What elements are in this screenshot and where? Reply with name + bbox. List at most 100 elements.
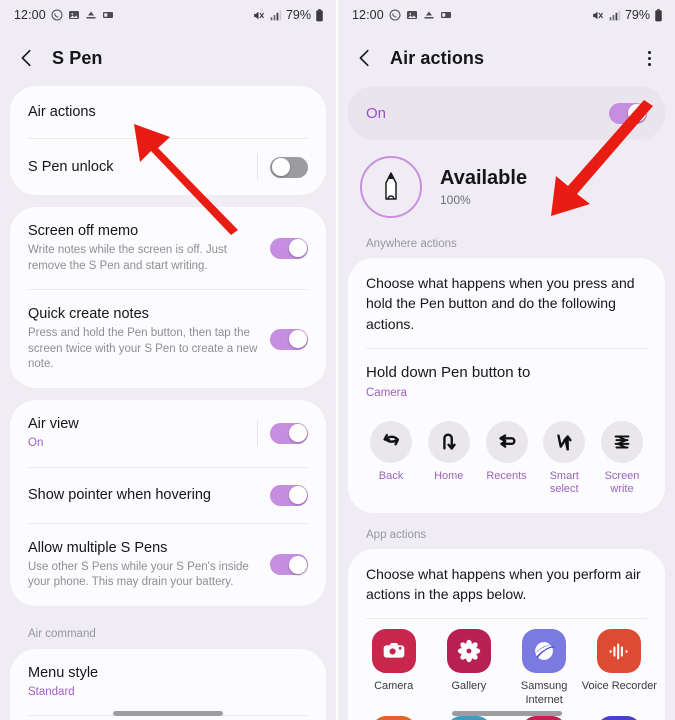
app-item-camera[interactable]: Camera <box>356 629 431 708</box>
card-app-actions: Choose what happens when you perform air… <box>348 548 665 720</box>
toggle-air-view[interactable] <box>270 422 308 444</box>
clock-app-icon <box>597 715 642 720</box>
row-title-air-actions: Air actions <box>28 104 96 120</box>
signal-icon <box>608 9 621 22</box>
toggle-knob <box>288 486 307 505</box>
s-pen-status-block: Available 100% <box>338 140 675 236</box>
app-item-samsung-internet[interactable]: Samsung Internet <box>507 629 582 708</box>
app-item-voice-recorder[interactable]: Voice Recorder <box>582 629 657 708</box>
home-indicator-pill <box>113 711 223 716</box>
row-title-allow-multiple-s-pens: Allow multiple S Pens <box>28 539 168 556</box>
row-sub-menu-style: Standard <box>28 685 75 698</box>
app-item-notes[interactable] <box>356 715 431 720</box>
status-bar-left-group: 12:00 <box>14 8 114 22</box>
home-indicator-left[interactable] <box>0 711 336 716</box>
action-smart-select[interactable]: Smart select <box>537 421 591 496</box>
upload-icon <box>423 9 435 21</box>
action-screen-write[interactable]: Screen write <box>595 421 649 496</box>
battery-percent-label: 79% <box>624 8 650 22</box>
action-label-back: Back <box>378 470 404 483</box>
page-title: Air actions <box>390 47 485 68</box>
mute-icon <box>252 9 265 22</box>
s-pen-icon <box>360 156 422 218</box>
row-title-show-pointer: Show pointer when hovering <box>28 487 211 504</box>
master-toggle-row[interactable]: On <box>348 86 665 140</box>
row-sub-quick-create-notes: Press and hold the Pen button, then tap … <box>28 327 258 371</box>
row-title-air-view: Air view <box>28 415 79 432</box>
back-chevron-icon[interactable] <box>354 47 376 69</box>
action-label-recents: Recents <box>486 470 527 483</box>
right-phone-screen: 12:00 79% Air actions On Available 100% … <box>336 0 675 720</box>
row-sub-allow-multiple-s-pens: Use other S Pens while your S Pen's insi… <box>28 560 249 589</box>
s-pen-meta: Available 100% <box>440 167 527 207</box>
status-bar-clock: 12:00 <box>352 8 384 22</box>
status-bar-right: 12:00 79% <box>338 0 675 30</box>
gesture-smart-select-icon <box>543 421 586 464</box>
toggle-separator <box>257 420 258 447</box>
app-label-samsung-internet: Samsung Internet <box>520 680 568 706</box>
app-label-camera: Camera <box>374 680 414 693</box>
toggle-knob <box>288 239 307 258</box>
toggle-screen-off-memo[interactable] <box>270 237 308 259</box>
row-s-pen-unlock[interactable]: S Pen unlock <box>10 139 326 195</box>
toggle-knob <box>288 424 307 443</box>
row-shortcuts[interactable]: Shortcuts Create note, View all notes, S… <box>10 716 326 720</box>
status-bar-left-group: 12:00 <box>352 8 452 22</box>
row-menu-style[interactable]: Menu style Standard <box>10 649 326 716</box>
app-item-clock[interactable] <box>582 715 657 720</box>
row-air-actions[interactable]: Air actions <box>10 86 326 138</box>
signal-icon <box>269 9 282 22</box>
row-allow-multiple-s-pens[interactable]: Allow multiple S Pens Use other S Pens w… <box>10 524 326 606</box>
ar-emoji-app-icon <box>522 715 567 720</box>
row-air-view[interactable]: Air view On <box>10 400 326 467</box>
action-label-screen-write: Screen write <box>604 470 640 496</box>
card-air-command-group: Menu style Standard Shortcuts Create not… <box>10 648 326 720</box>
row-quick-create-notes[interactable]: Quick create notes Press and hold the Pe… <box>10 290 326 388</box>
action-home[interactable]: Home <box>422 421 476 496</box>
app-label-gallery: Gallery <box>451 680 487 693</box>
notes-app-icon <box>371 715 416 720</box>
row-title-quick-create-notes: Quick create notes <box>28 306 149 323</box>
gesture-home-icon <box>427 421 470 464</box>
upload-icon <box>85 9 97 21</box>
anywhere-actions-description: Choose what happens when you press and h… <box>366 275 635 332</box>
row-title-hold-down-pen-button: Hold down Pen button to <box>366 363 531 381</box>
back-chevron-icon[interactable] <box>16 47 38 69</box>
row-hold-down-pen-button[interactable]: Hold down Pen button to Camera <box>348 349 665 409</box>
row-sub-air-view: On <box>28 437 44 450</box>
action-back[interactable]: Back <box>364 421 418 496</box>
samsung-internet-app-icon <box>522 629 567 674</box>
row-title-menu-style: Menu style <box>28 664 99 681</box>
toggle-allow-multiple-s-pens[interactable] <box>270 554 308 576</box>
page-title: S Pen <box>52 47 103 68</box>
app-item-ar-emoji[interactable] <box>507 715 582 720</box>
action-label-smart-select: Smart select <box>549 470 579 496</box>
row-show-pointer[interactable]: Show pointer when hovering <box>10 468 326 523</box>
toggle-quick-create-notes[interactable] <box>270 328 308 350</box>
toggle-s-pen-unlock[interactable] <box>270 156 308 178</box>
app-item-gallery[interactable]: Gallery <box>431 629 506 708</box>
home-indicator-pill <box>451 711 562 716</box>
s-pen-battery: 100% <box>440 193 471 207</box>
app-item-pen-up[interactable] <box>431 715 506 720</box>
toggle-separator <box>257 154 258 181</box>
gallery-app-icon <box>446 629 491 674</box>
left-app-bar: S Pen <box>0 30 336 86</box>
pen-up-app-icon <box>446 715 491 720</box>
status-bar-right-group: 79% <box>252 8 324 22</box>
action-recents[interactable]: Recents <box>480 421 534 496</box>
card-air-actions-group: Air actions S Pen unlock <box>10 86 326 196</box>
card-icon <box>102 9 114 21</box>
status-bar-clock: 12:00 <box>14 8 46 22</box>
home-indicator-right[interactable] <box>338 711 675 716</box>
toggle-show-pointer[interactable] <box>270 484 308 506</box>
card-memo-group: Screen off memo Write notes while the sc… <box>10 207 326 388</box>
master-toggle-label: On <box>366 104 387 122</box>
toggle-air-actions-master[interactable] <box>609 102 647 124</box>
app-label-voice-recorder: Voice Recorder <box>581 680 657 693</box>
app-actions-grid: Camera Gallery Samsung Internet Voice Re… <box>348 619 665 720</box>
left-phone-screen: 12:00 79% S Pen Air actions S Pen unlock… <box>0 0 336 720</box>
status-bar-right-group: 79% <box>591 8 663 22</box>
row-screen-off-memo[interactable]: Screen off memo Write notes while the sc… <box>10 207 326 289</box>
kebab-menu-icon[interactable] <box>639 48 659 68</box>
